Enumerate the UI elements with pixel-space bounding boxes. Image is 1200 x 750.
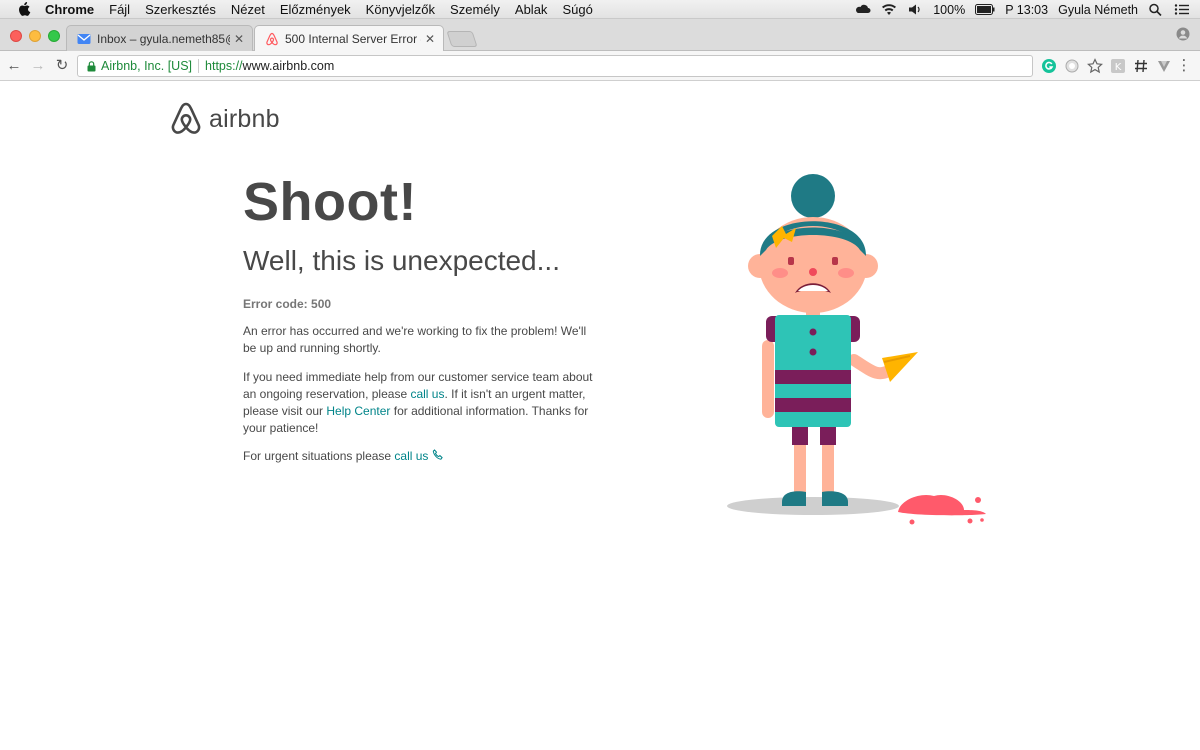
urgent-text: For urgent situations please (243, 449, 395, 463)
security-label[interactable]: Airbnb, Inc. [US] (101, 59, 192, 73)
tab-close-icon[interactable]: ✕ (425, 32, 435, 46)
notification-center-icon[interactable] (1174, 3, 1190, 16)
airbnb-belo-icon (171, 102, 201, 134)
airbnb-icon (266, 32, 278, 46)
spotlight-search-icon[interactable] (1148, 3, 1164, 16)
phone-icon[interactable] (432, 449, 444, 461)
menu-file[interactable]: Fájl (109, 2, 130, 17)
apple-icon[interactable] (17, 2, 31, 16)
menu-edit[interactable]: Szerkesztés (145, 2, 216, 17)
tab-airbnb-error[interactable]: 500 Internal Server Error - Airbnb ✕ (254, 25, 444, 52)
window-close-button[interactable] (10, 30, 22, 42)
page-heading: Shoot! (243, 172, 417, 232)
help-center-link[interactable]: Help Center (326, 404, 390, 418)
battery-percent: 100% (933, 2, 966, 17)
window-zoom-button[interactable] (48, 30, 60, 42)
error-description: An error has occurred and we're working … (243, 324, 587, 355)
sad-girl-illustration (727, 174, 986, 525)
menu-help[interactable]: Súgó (562, 2, 592, 17)
new-tab-button[interactable] (446, 31, 478, 47)
reload-icon[interactable]: ↻ (53, 57, 71, 75)
menu-user-name[interactable]: Gyula Németh (1058, 3, 1138, 17)
page-subheading: Well, this is unexpected... (243, 245, 560, 276)
profile-icon[interactable] (1176, 27, 1190, 41)
error-code: Error code: 500 (243, 297, 332, 311)
hashtag-extension-icon[interactable] (1133, 58, 1149, 74)
url-host: www.airbnb.com (242, 59, 335, 73)
keeper-extension-icon[interactable]: K (1110, 58, 1126, 74)
address-bar[interactable]: Airbnb, Inc. [US] https:// www.airbnb.co… (77, 55, 1033, 77)
menu-extras: 100% P 13:03 Gyula Németh (855, 0, 1190, 19)
macos-menu-bar: Chrome Fájl Szerkesztés Nézet Előzmények… (0, 0, 1200, 19)
menu-view[interactable]: Nézet (231, 2, 265, 17)
menu-clock[interactable]: P 13:03 (1005, 3, 1048, 17)
grammarly-icon[interactable] (1041, 58, 1057, 74)
menu-bookmarks[interactable]: Könyvjelzők (366, 2, 435, 17)
urgent-paragraph: For urgent situations please call us (243, 448, 598, 465)
volume-icon[interactable] (907, 3, 923, 16)
wifi-icon[interactable] (881, 3, 897, 16)
tab-strip: Inbox – gyula.nemeth85@gmail ✕ 500 Inter… (0, 19, 1200, 52)
menu-people[interactable]: Személy (450, 2, 500, 17)
vpn-extension-icon[interactable] (1156, 58, 1172, 74)
cloud-sync-icon[interactable] (855, 3, 871, 16)
logo-wordmark: airbnb (209, 104, 280, 133)
inbox-icon (77, 33, 91, 44)
airbnb-logo[interactable]: airbnb (169, 101, 280, 137)
menu-app-name[interactable]: Chrome (45, 2, 94, 17)
bookmark-star-icon[interactable] (1087, 58, 1103, 74)
tab-close-icon[interactable]: ✕ (234, 32, 244, 46)
extension-circle-icon[interactable] (1064, 58, 1080, 74)
window-minimize-button[interactable] (29, 30, 41, 42)
address-divider (198, 59, 200, 73)
forward-arrow-icon[interactable]: → (29, 57, 47, 75)
menu-window[interactable]: Ablak (515, 2, 548, 17)
call-us-link[interactable]: call us (410, 387, 444, 401)
url-scheme: https:// (205, 59, 243, 73)
back-arrow-icon[interactable]: ← (5, 57, 23, 75)
lock-icon[interactable] (87, 60, 96, 72)
battery-icon[interactable] (975, 3, 995, 16)
tab-inbox[interactable]: Inbox – gyula.nemeth85@gmail ✕ (66, 25, 253, 51)
tab-title: 500 Internal Server Error - Airbnb (285, 32, 421, 46)
browser-toolbar: ← → ↻ Airbnb, Inc. [US] https:// www.air… (0, 51, 1200, 81)
chrome-menu-icon[interactable]: ⋮ (1176, 57, 1192, 75)
dropped-ice-cream (898, 494, 986, 516)
ground-shadow (727, 497, 899, 515)
urgent-call-us-link[interactable]: call us (394, 449, 428, 463)
menu-history[interactable]: Előzmények (280, 2, 351, 17)
svg-text:K: K (1115, 62, 1122, 73)
help-paragraph: If you need immediate help from our cust… (243, 369, 598, 437)
tab-title: Inbox – gyula.nemeth85@gmail (97, 31, 230, 46)
